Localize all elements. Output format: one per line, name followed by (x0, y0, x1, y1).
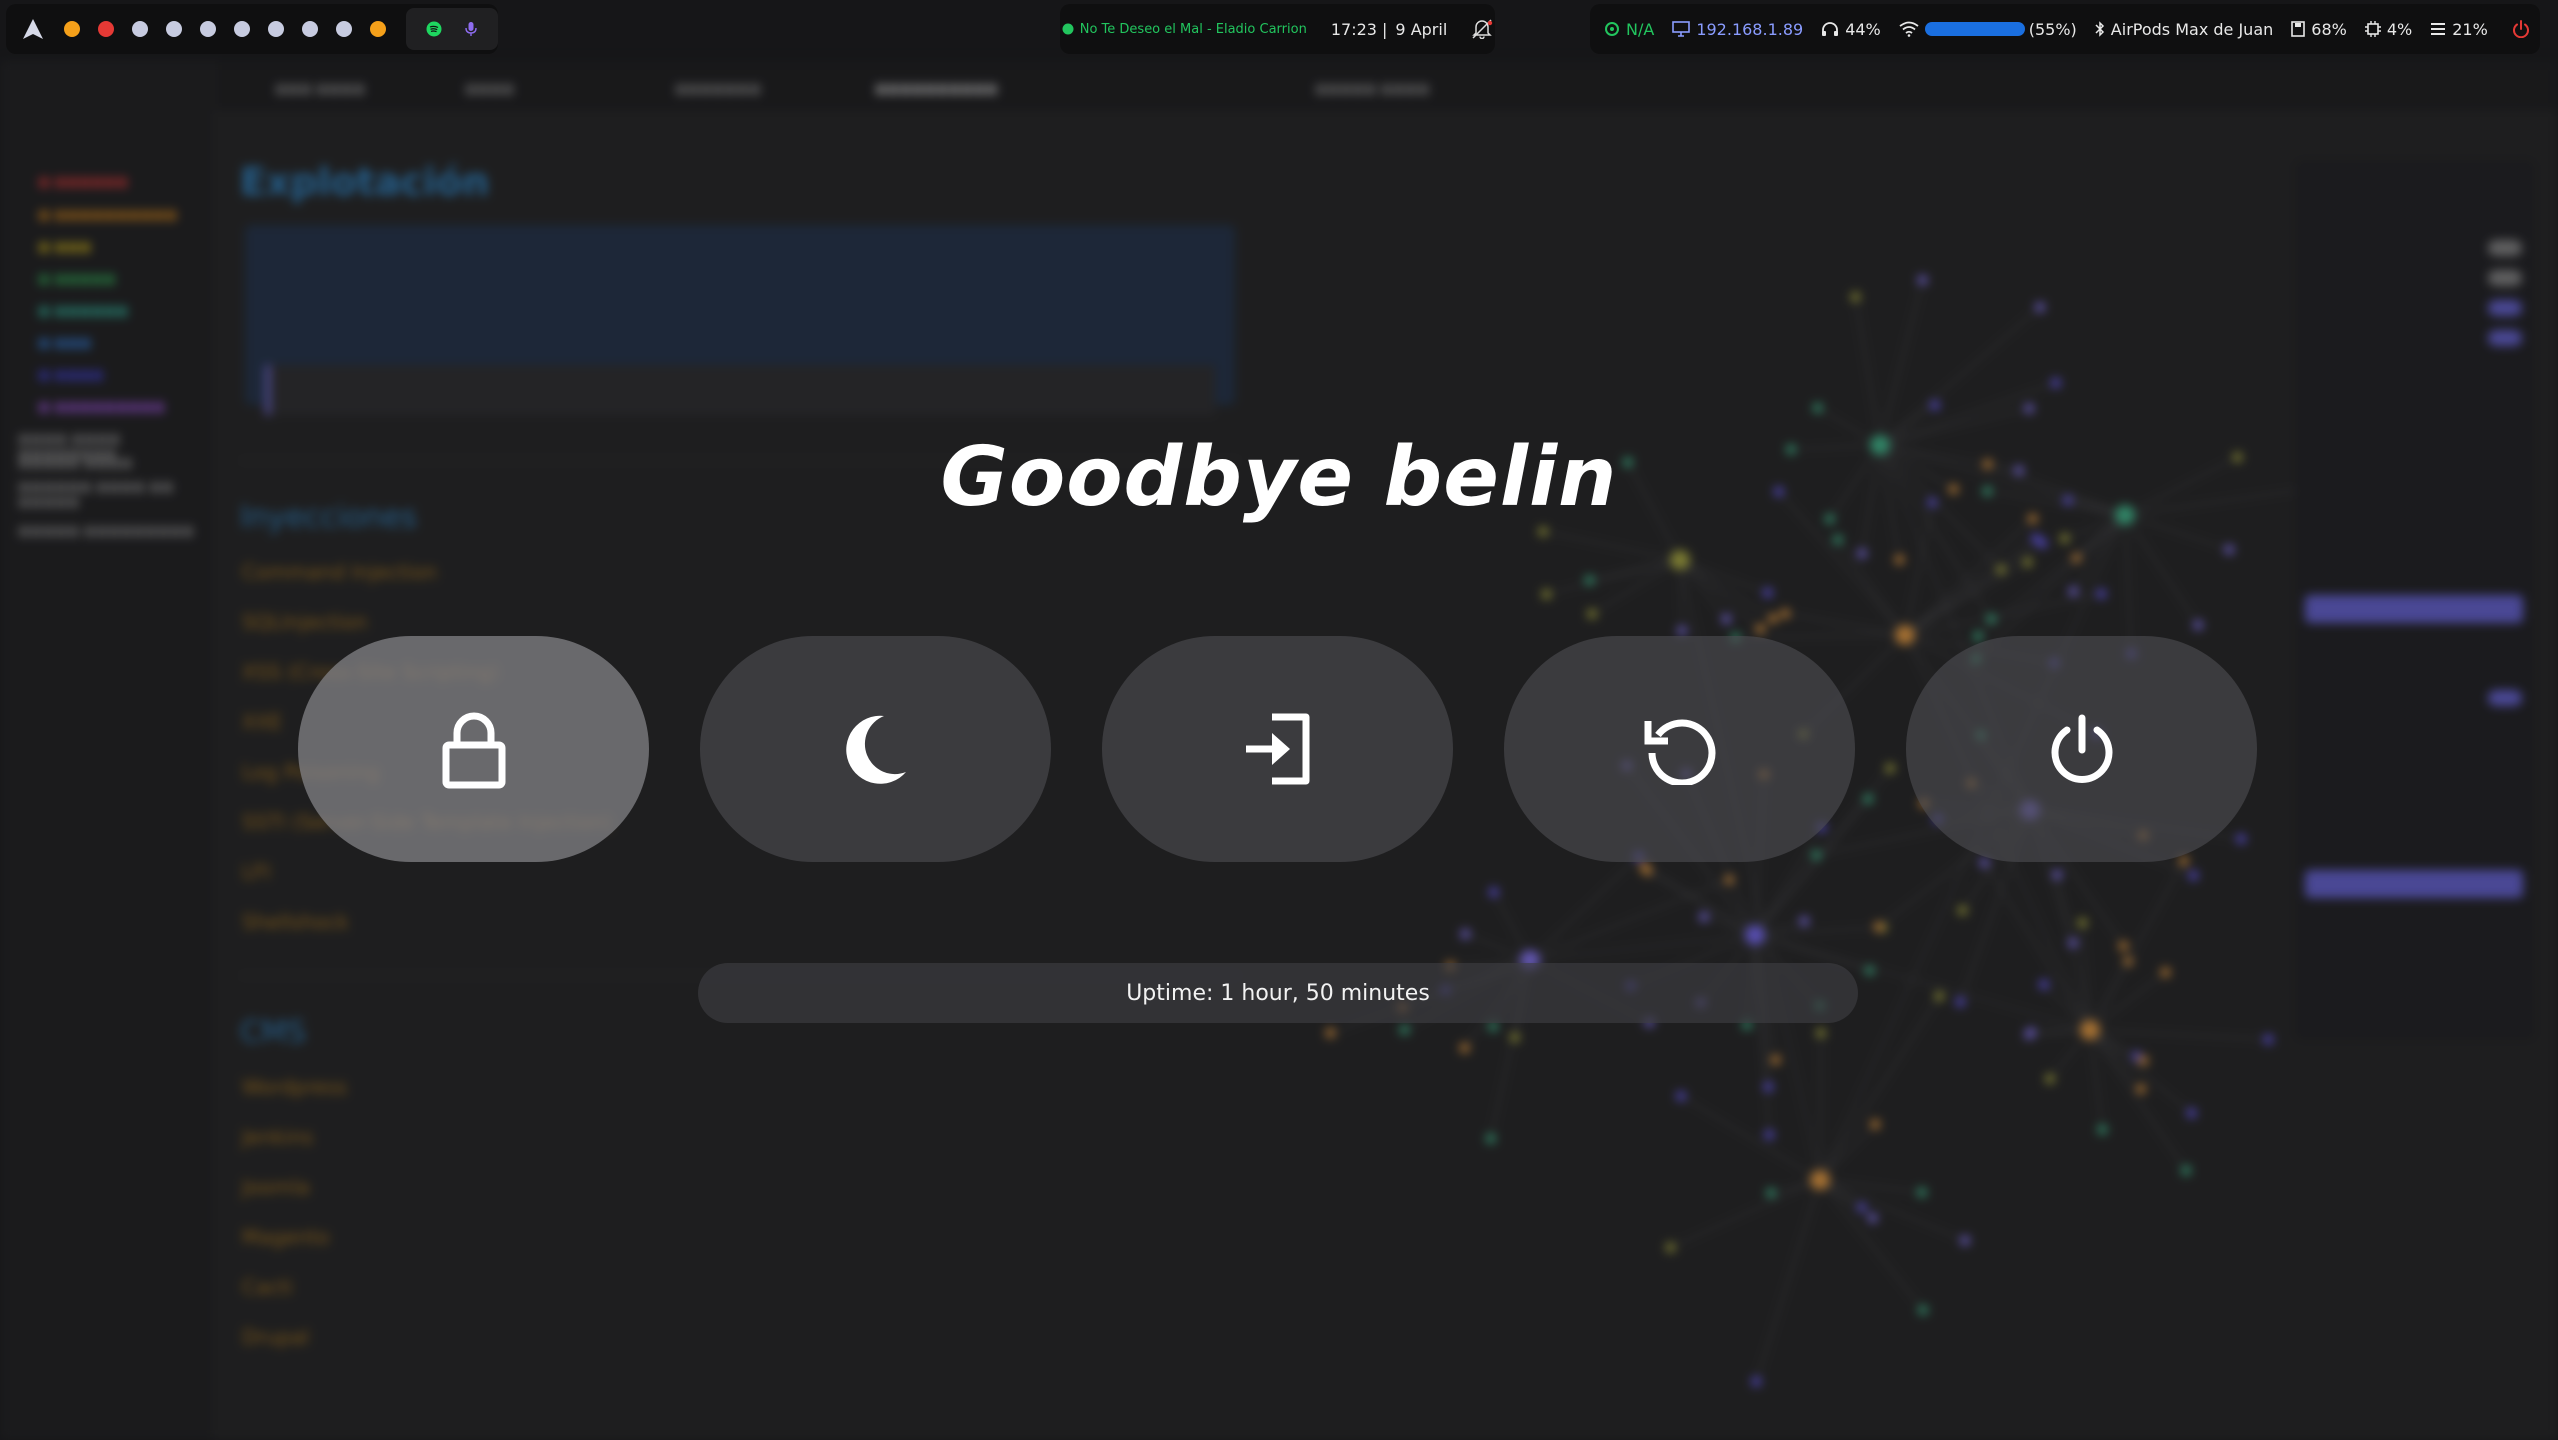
status-bar: N/A 192.168.1.89 44% (55%) AirPods Max d… (1590, 4, 2540, 54)
clock-bar: No Te Deseo el Mal - Eladio Carrion 17:2… (1060, 4, 1495, 54)
logout-icon (1245, 713, 1309, 785)
notifications-muted-icon[interactable] (1471, 19, 1493, 39)
workspace-dot[interactable] (268, 21, 284, 37)
cpu-icon (2364, 21, 2381, 37)
spotify-icon[interactable] (426, 21, 442, 37)
uptime-label: Uptime: 1 hour, 50 minutes (698, 963, 1858, 1023)
reboot-icon (1644, 719, 1715, 785)
volume-label: 44% (1845, 19, 1881, 39)
workspace-dot[interactable] (336, 21, 352, 37)
vpn-status[interactable]: N/A (1604, 20, 1654, 39)
clock-date: 9 April (1395, 19, 1448, 39)
disk-label: 68% (2311, 19, 2347, 39)
memory-status[interactable]: 21% (2430, 20, 2488, 39)
bluetooth-device-label: AirPods Max de Juan (2110, 19, 2274, 39)
ip-label: 192.168.1.89 (1696, 19, 1804, 39)
clock-time: 17:23 | (1330, 19, 1388, 39)
shutdown-button[interactable] (1906, 636, 2257, 862)
reboot-button[interactable] (1504, 636, 1855, 862)
wifi-ssid-redacted (1924, 22, 2025, 36)
now-playing[interactable]: No Te Deseo el Mal - Eladio Carrion (1080, 22, 1307, 37)
memory-label: 21% (2452, 19, 2488, 39)
workspace-dot[interactable] (166, 21, 182, 37)
workspace-dot[interactable] (302, 21, 318, 37)
suspend-button[interactable] (700, 636, 1051, 862)
monitor-icon (1672, 21, 1691, 37)
bluetooth-status[interactable]: AirPods Max de Juan (2095, 20, 2273, 39)
cpu-status[interactable]: 4% (2364, 19, 2413, 39)
workspace-dot[interactable] (200, 21, 216, 37)
workspace-dot[interactable] (132, 21, 148, 37)
disk-icon (2291, 21, 2306, 37)
workspace-dot[interactable] (98, 21, 114, 37)
vpn-label: N/A (1626, 19, 1655, 39)
volume-status[interactable]: 44% (1821, 20, 1881, 39)
wifi-icon (1899, 21, 1919, 37)
network-ip[interactable]: 192.168.1.89 (1672, 20, 1803, 39)
power-icon (2051, 714, 2112, 783)
system-tray (406, 8, 498, 50)
spotify-small-icon (1062, 23, 1074, 35)
moon-icon (845, 715, 906, 784)
headphones-icon (1822, 22, 1839, 36)
workspace-dot[interactable] (64, 21, 80, 37)
wifi-signal-label: (55%) (2028, 19, 2077, 39)
goodbye-title: Goodbye belin (940, 430, 1618, 525)
workspace-dot[interactable] (234, 21, 250, 37)
workspaces-bar (6, 4, 498, 54)
arch-logo-icon[interactable] (22, 18, 44, 40)
mic-icon[interactable] (464, 21, 478, 37)
vpn-icon (1605, 22, 1619, 36)
power-menu-icon[interactable] (2512, 20, 2530, 38)
wifi-status[interactable]: (55%) (1899, 20, 2077, 39)
lock-button[interactable] (298, 636, 649, 862)
memory-icon (2431, 23, 2446, 35)
workspace-dot[interactable] (370, 21, 386, 37)
lock-icon (442, 712, 505, 789)
logout-button[interactable] (1102, 636, 1453, 862)
disk-status[interactable]: 68% (2291, 20, 2347, 39)
bluetooth-icon (2095, 21, 2104, 37)
cpu-label: 4% (2386, 19, 2413, 39)
